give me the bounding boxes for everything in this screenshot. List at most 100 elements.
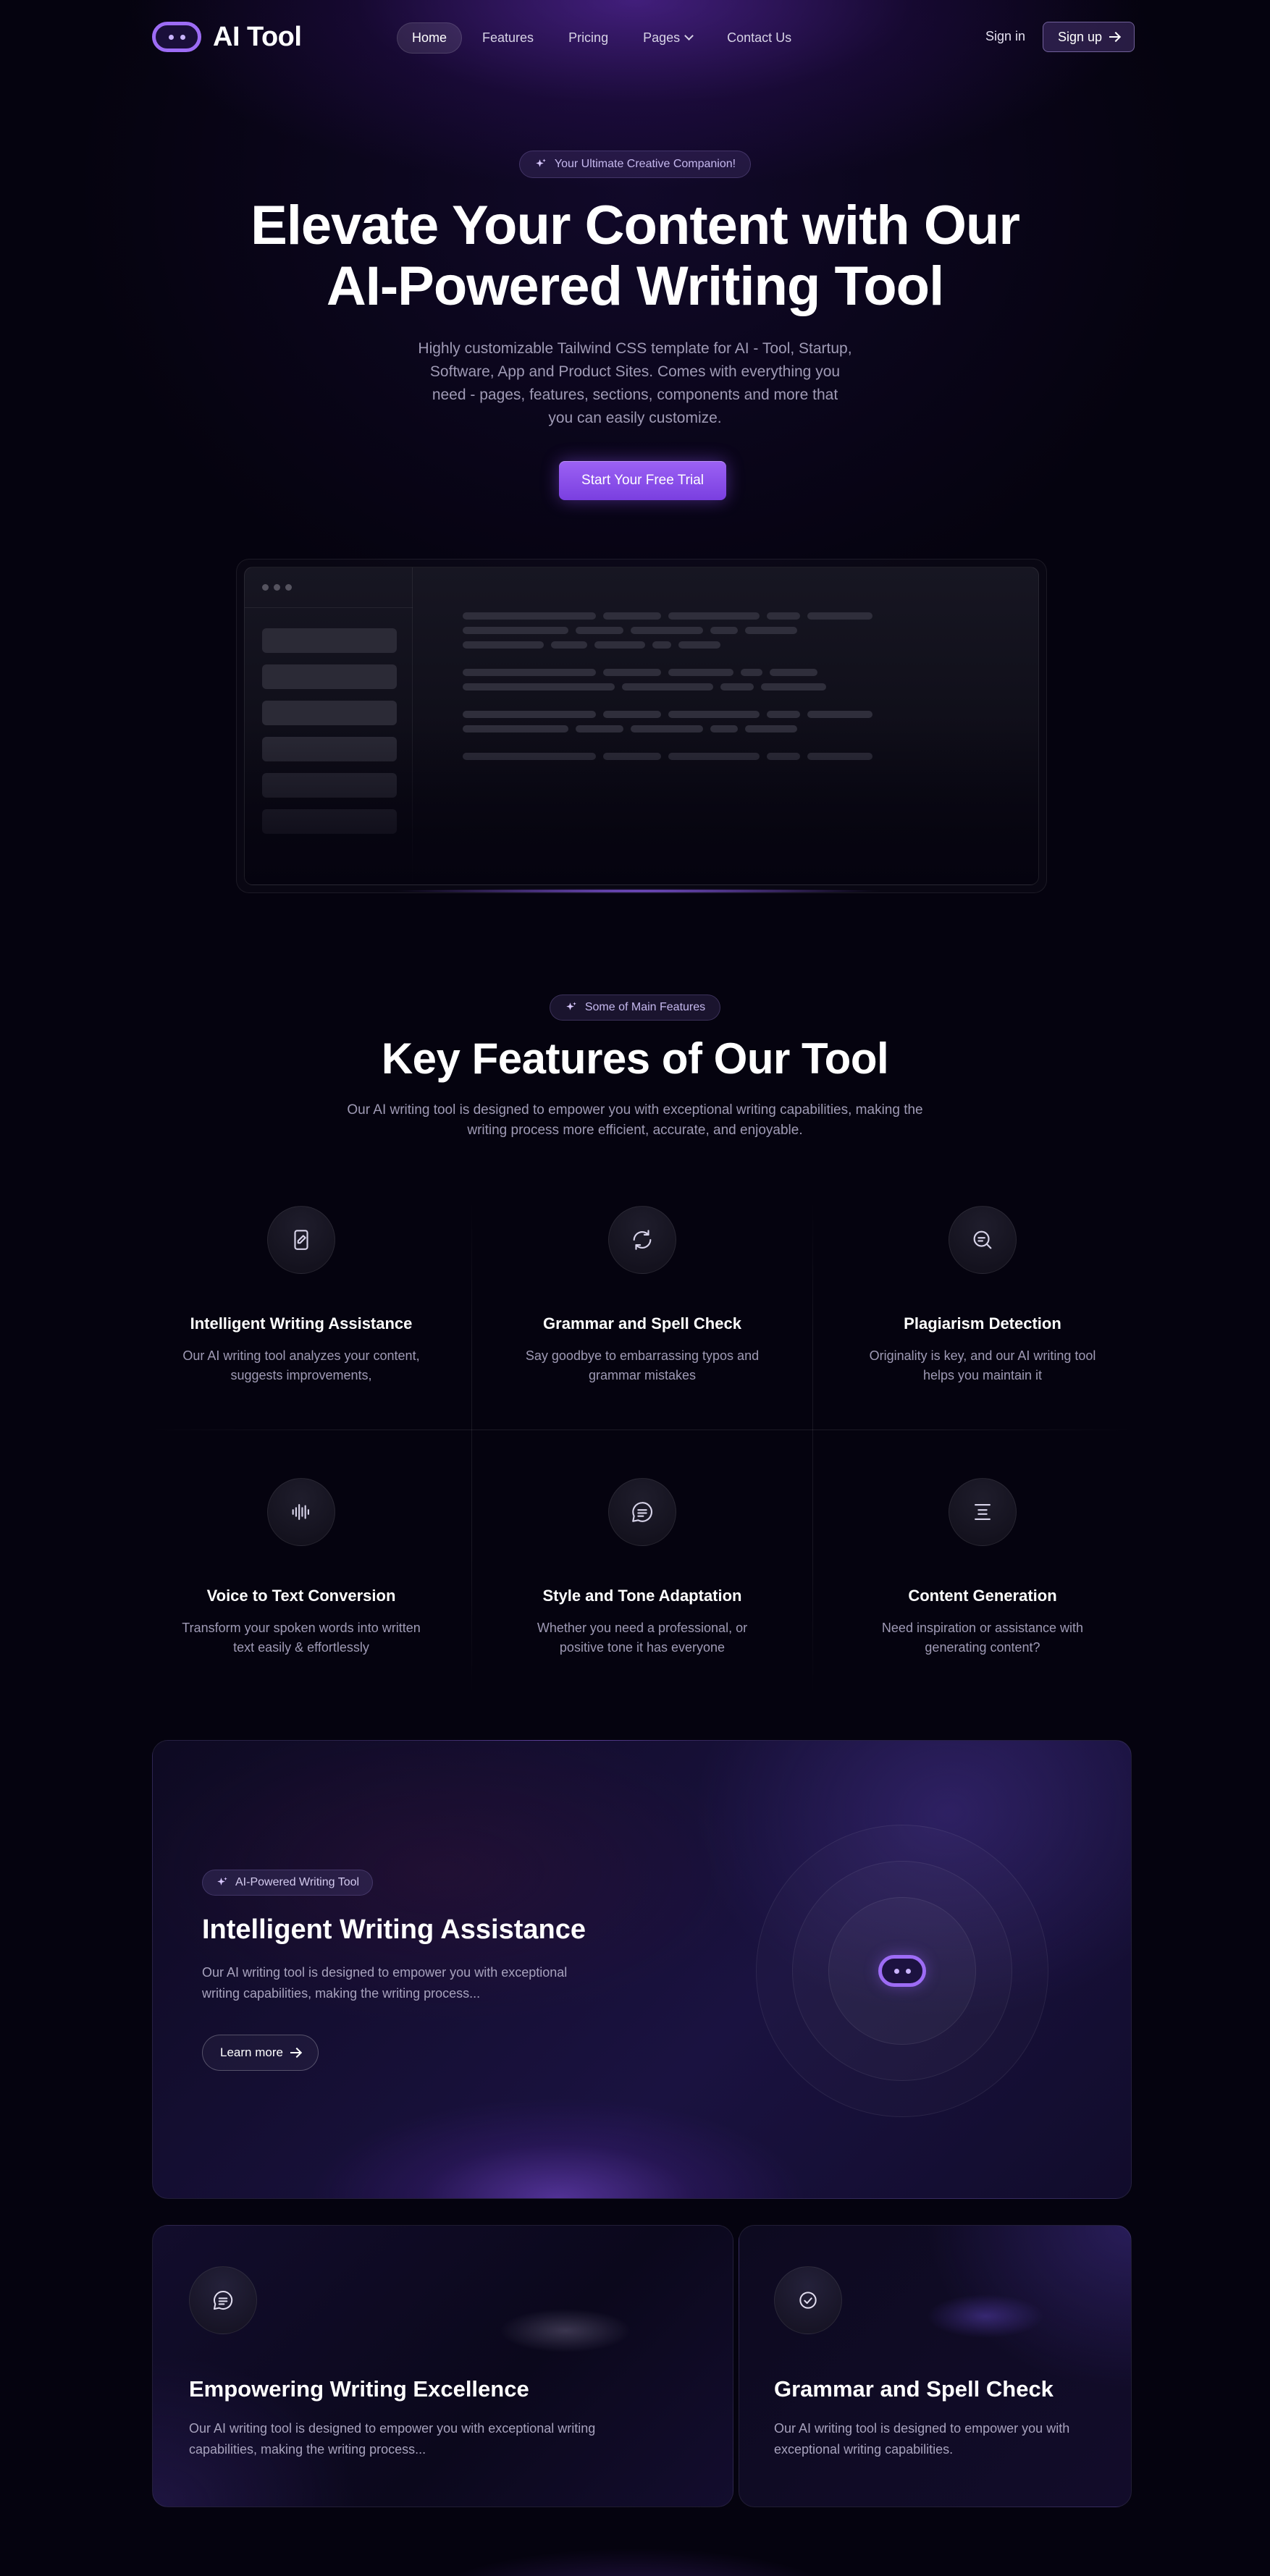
preview-text-line [668, 711, 760, 718]
feature-card: Intelligent Writing Assistance Our AI wr… [156, 1206, 446, 1385]
feature-card: Grammar and Spell Check Say goodbye to e… [497, 1206, 787, 1385]
preview-text-line [745, 627, 797, 634]
preview-sidebar-item [262, 628, 397, 653]
sign-up-button[interactable]: Sign up [1043, 22, 1135, 52]
preview-text-line [463, 641, 544, 649]
hero-badge-wrap: Your Ultimate Creative Companion! [0, 151, 1270, 178]
info-card: Grammar and Spell Check Our AI writing t… [739, 2225, 1132, 2507]
preview-text-line [807, 711, 872, 718]
grid-divider [812, 1202, 813, 1694]
preview-sidebar-item [262, 737, 397, 761]
preview-text-line [807, 753, 872, 760]
chat-bubble-icon [632, 1502, 652, 1522]
info-card-title: Empowering Writing Excellence [189, 2376, 529, 2402]
nav-item-contact[interactable]: Contact Us [712, 23, 806, 53]
hero-title: Elevate Your Content with Our AI-Powered… [0, 195, 1270, 317]
feature-card: Plagiarism Detection Originality is key,… [838, 1206, 1127, 1385]
preview-sidebar-item [262, 773, 397, 798]
sparkle-icon [566, 1002, 576, 1010]
preview-text-line [463, 711, 596, 718]
hero-badge-text: Your Ultimate Creative Companion! [554, 158, 736, 170]
learn-more-button[interactable]: Learn more [202, 2035, 319, 2071]
feature-card: Content Generation Need inspiration or a… [838, 1478, 1127, 1657]
feature-icon-wrap [608, 1206, 676, 1274]
sign-in-link[interactable]: Sign in [985, 29, 1025, 44]
feature-icon-wrap [267, 1478, 335, 1546]
document-edit-icon [294, 1230, 308, 1250]
feature-description: Whether you need a professional, or posi… [537, 1621, 748, 1655]
learn-more-label: Learn more [220, 2045, 283, 2059]
preview-text-line [767, 711, 800, 718]
features-badge-wrap: Some of Main Features [0, 994, 1270, 1021]
preview-glow [391, 889, 883, 893]
app-preview-window [244, 567, 1039, 885]
preview-text-line [463, 753, 596, 760]
preview-text-line [594, 641, 645, 649]
nav-item-home[interactable]: Home [397, 22, 463, 54]
showcase-badge-text: AI-Powered Writing Tool [235, 1876, 360, 1888]
feature-title: Style and Tone Adaptation [542, 1587, 742, 1605]
preview-text-line [745, 725, 797, 732]
features-subtitle: Our AI writing tool is designed to empow… [347, 1102, 923, 1138]
features-title: Key Features of Our Tool [381, 1034, 889, 1083]
sign-up-label: Sign up [1058, 29, 1103, 44]
audio-wave-icon [292, 1504, 309, 1520]
arrow-right-icon [1109, 36, 1120, 38]
chevron-down-icon [684, 31, 694, 41]
bottom-glow [418, 2548, 852, 2576]
chat-bubble-icon [214, 2290, 233, 2310]
info-card: Empowering Writing Excellence Our AI wri… [152, 2225, 733, 2507]
preview-text-line [576, 725, 623, 732]
window-controls [245, 567, 413, 608]
preview-text-line [668, 669, 733, 676]
preview-text-line [463, 627, 568, 634]
hero-title-line-2: AI-Powered Writing Tool [326, 256, 944, 317]
feature-title: Content Generation [908, 1587, 1057, 1605]
showcase-badge-wrap: AI-Powered Writing Tool [202, 1870, 374, 1896]
feature-icon-wrap [608, 1478, 676, 1546]
feature-title: Intelligent Writing Assistance [190, 1314, 413, 1333]
preview-text-line [551, 641, 587, 649]
preview-text-line [710, 725, 738, 732]
preview-text-line [603, 753, 661, 760]
nav-item-pages[interactable]: Pages [628, 23, 707, 53]
feature-icon-wrap [949, 1478, 1017, 1546]
hero-badge: Your Ultimate Creative Companion! [518, 151, 752, 178]
preview-text-line [741, 669, 762, 676]
feature-title: Plagiarism Detection [904, 1314, 1061, 1333]
preview-text-line [463, 725, 568, 732]
sparkle-icon [217, 1877, 227, 1885]
text-lines-icon [975, 1504, 991, 1520]
logo[interactable]: AI Tool [152, 19, 302, 55]
preview-text-line [767, 753, 800, 760]
preview-text-line [622, 683, 713, 691]
preview-sidebar-item [262, 809, 397, 834]
start-free-trial-button[interactable]: Start Your Free Trial [559, 461, 726, 500]
feature-icon-wrap [949, 1206, 1017, 1274]
showcase-title: Intelligent Writing Assistance [202, 1914, 586, 1945]
preview-text-line [761, 683, 826, 691]
preview-text-line [668, 753, 760, 760]
feature-title: Voice to Text Conversion [206, 1587, 396, 1605]
preview-text-line [710, 627, 738, 634]
info-card-description: Our AI writing tool is designed to empow… [774, 2421, 1070, 2457]
feature-title: Grammar and Spell Check [543, 1314, 741, 1333]
info-card-description: Our AI writing tool is designed to empow… [189, 2421, 596, 2457]
arrow-right-icon [290, 2052, 300, 2053]
preview-text-line [807, 612, 872, 620]
preview-sidebar-item [262, 664, 397, 689]
preview-text-line [631, 725, 703, 732]
preview-text-line [463, 683, 615, 691]
nav-item-features[interactable]: Features [468, 23, 548, 53]
preview-sidebar-item [262, 701, 397, 725]
preview-text-line [668, 612, 760, 620]
preview-text-line [603, 669, 661, 676]
preview-text-line [652, 641, 671, 649]
feature-description: Need inspiration or assistance with gene… [881, 1621, 1084, 1655]
preview-text-line [603, 612, 661, 620]
feature-description: Our AI writing tool analyzes your conten… [182, 1348, 420, 1382]
nav-item-pricing[interactable]: Pricing [554, 23, 623, 53]
feature-description: Say goodbye to embarrassing typos and gr… [525, 1348, 760, 1382]
preview-text-line [463, 669, 596, 676]
sparkle-icon [536, 159, 546, 167]
